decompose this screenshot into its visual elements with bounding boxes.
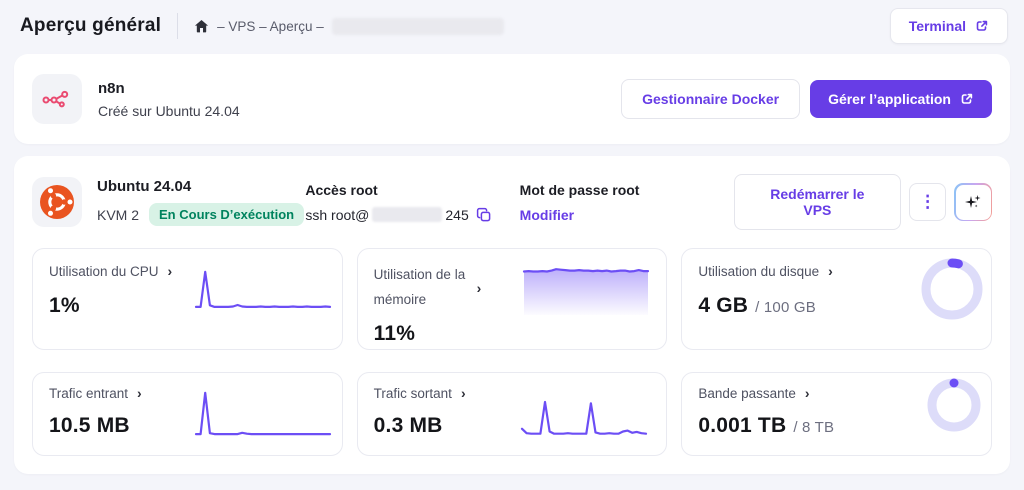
- root-access-label: Accès root: [305, 182, 519, 198]
- chevron-right-icon: ›: [137, 385, 142, 401]
- outgoing-traffic-tile[interactable]: Trafic sortant › 0.3 MB: [357, 372, 668, 456]
- disk-usage-total: / 100 GB: [755, 299, 816, 316]
- cpu-usage-tile[interactable]: Utilisation du CPU › 1%: [32, 248, 343, 350]
- stats-grid: Utilisation du CPU › 1% Utilisation de l…: [32, 248, 992, 456]
- outgoing-traffic-chart: [520, 388, 648, 438]
- memory-usage-value: 11%: [374, 322, 651, 346]
- kebab-menu-icon: ⋮: [919, 192, 936, 212]
- home-icon[interactable]: [194, 19, 209, 34]
- breadcrumb[interactable]: – VPS – Aperçu –: [194, 18, 504, 35]
- sparkle-icon: [963, 192, 983, 212]
- disk-usage-donut: [921, 258, 983, 320]
- vps-plan: KVM 2: [97, 207, 139, 223]
- restart-vps-button[interactable]: Redémarrer le VPS: [734, 174, 901, 230]
- outgoing-traffic-label: Trafic sortant: [374, 386, 452, 401]
- external-link-icon: [960, 92, 974, 106]
- ubuntu-os-icon: [32, 177, 82, 227]
- vps-os-name: Ubuntu 24.04: [97, 178, 305, 195]
- vps-overview-card: Ubuntu 24.04 KVM 2 En Cours D’exécution …: [14, 156, 1010, 474]
- root-access-block: Accès root ssh root@ 245: [305, 182, 519, 223]
- page-title: Aperçu général: [20, 15, 161, 37]
- terminal-button[interactable]: Terminal: [890, 8, 1008, 44]
- cpu-usage-chart: [194, 267, 332, 311]
- root-password-label: Mot de passe root: [520, 182, 734, 198]
- breadcrumb-redacted-item: [332, 18, 504, 35]
- modify-password-link[interactable]: Modifier: [520, 207, 574, 223]
- disk-usage-tile[interactable]: Utilisation du disque › 4 GB / 100 GB: [681, 248, 992, 350]
- title-divider: [177, 13, 178, 39]
- app-subtitle: Créé sur Ubuntu 24.04: [98, 103, 240, 119]
- terminal-button-label: Terminal: [909, 18, 966, 34]
- root-password-block: Mot de passe root Modifier: [520, 182, 734, 223]
- bandwidth-total: / 8 TB: [793, 419, 834, 436]
- ssh-command-prefix: ssh root@: [305, 207, 369, 223]
- n8n-app-icon: [32, 74, 82, 124]
- docker-manager-button[interactable]: Gestionnaire Docker: [621, 79, 800, 119]
- chevron-right-icon: ›: [477, 280, 482, 296]
- app-texts: n8n Créé sur Ubuntu 24.04: [98, 80, 240, 119]
- chevron-right-icon: ›: [805, 385, 810, 401]
- incoming-traffic-tile[interactable]: Trafic entrant › 10.5 MB: [32, 372, 343, 456]
- disk-usage-label: Utilisation du disque: [698, 264, 819, 279]
- chevron-right-icon: ›: [461, 385, 466, 401]
- chevron-right-icon: ›: [168, 263, 173, 279]
- top-bar: Aperçu général – VPS – Aperçu – Terminal: [0, 0, 1024, 54]
- manage-application-label: Gérer l’application: [828, 91, 951, 107]
- manage-application-button[interactable]: Gérer l’application: [810, 80, 992, 118]
- app-actions: Gestionnaire Docker Gérer l’application: [621, 79, 992, 119]
- memory-usage-tile[interactable]: Utilisation de la mémoire › 11%: [357, 248, 668, 350]
- bandwidth-label: Bande passante: [698, 386, 796, 401]
- copy-ssh-button[interactable]: [476, 207, 492, 223]
- external-link-icon: [975, 19, 989, 33]
- status-badge: En Cours D’exécution: [149, 203, 304, 226]
- bandwidth-donut: [927, 378, 981, 432]
- cpu-usage-label: Utilisation du CPU: [49, 264, 159, 279]
- app-name: n8n: [98, 80, 240, 97]
- ssh-command-suffix: 245: [445, 207, 468, 223]
- vps-header-row: Ubuntu 24.04 KVM 2 En Cours D’exécution …: [32, 174, 992, 230]
- bandwidth-tile[interactable]: Bande passante › 0.001 TB / 8 TB: [681, 372, 992, 456]
- memory-usage-label: Utilisation de la mémoire: [374, 263, 468, 313]
- application-card: n8n Créé sur Ubuntu 24.04 Gestionnaire D…: [14, 54, 1010, 144]
- ai-assistant-button[interactable]: [954, 183, 992, 221]
- chevron-right-icon: ›: [828, 263, 833, 279]
- incoming-traffic-chart: [194, 388, 332, 438]
- vps-identity: Ubuntu 24.04 KVM 2 En Cours D’exécution: [97, 178, 305, 226]
- more-options-button[interactable]: ⋮: [909, 183, 947, 221]
- vps-actions: Redémarrer le VPS ⋮: [734, 174, 992, 230]
- incoming-traffic-label: Trafic entrant: [49, 386, 128, 401]
- memory-usage-chart: [522, 263, 650, 315]
- ssh-ip-redacted: [372, 207, 442, 222]
- breadcrumb-text[interactable]: – VPS – Aperçu –: [217, 19, 324, 34]
